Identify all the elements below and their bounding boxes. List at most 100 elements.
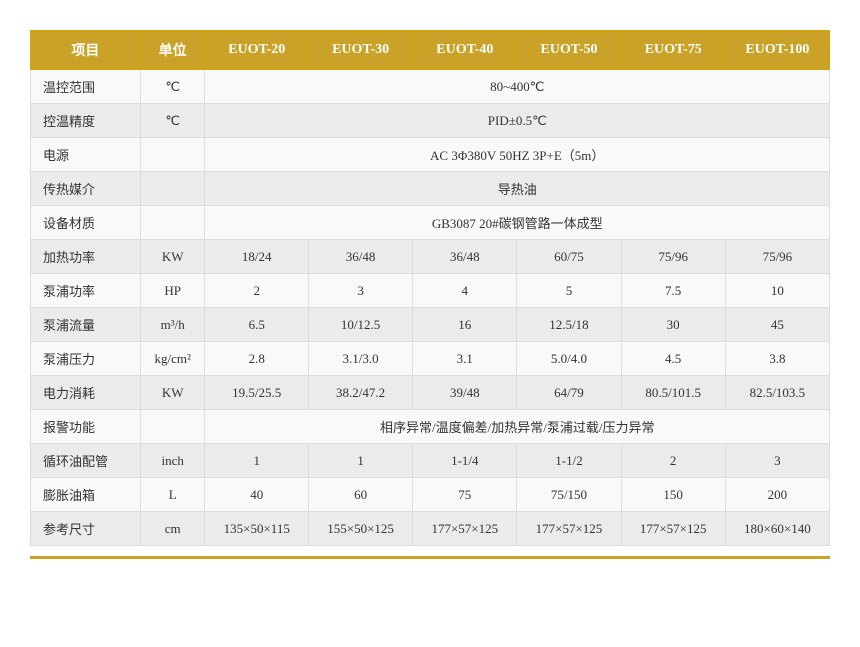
table-row: 泵浦功率HP23457.510 <box>31 274 830 308</box>
row-merged-value: 导热油 <box>205 172 830 206</box>
row-value: 1 <box>309 444 413 478</box>
row-value: 30 <box>621 308 725 342</box>
row-label: 参考尺寸 <box>31 512 141 546</box>
table-row: 电源 AC 3Φ380V 50HZ 3P+E（5m） <box>31 138 830 172</box>
row-value: 12.5/18 <box>517 308 621 342</box>
table-header-cell: 单位 <box>140 31 205 70</box>
row-value: 75/96 <box>621 240 725 274</box>
row-unit: ℃ <box>140 104 205 138</box>
row-value: 7.5 <box>621 274 725 308</box>
row-label: 泵浦压力 <box>31 342 141 376</box>
row-value: 180×60×140 <box>725 512 829 546</box>
table-header-cell: EUOT-100 <box>725 31 829 70</box>
row-value: 155×50×125 <box>309 512 413 546</box>
row-merged-value: 80~400℃ <box>205 70 830 104</box>
row-label: 循环油配管 <box>31 444 141 478</box>
row-label: 设备材质 <box>31 206 141 240</box>
table-row: 泵浦流量m³/h6.510/12.51612.5/183045 <box>31 308 830 342</box>
table-header-cell: EUOT-20 <box>205 31 309 70</box>
row-value: 60 <box>309 478 413 512</box>
row-value: 135×50×115 <box>205 512 309 546</box>
row-merged-value: GB3087 20#碳钢管路一体成型 <box>205 206 830 240</box>
row-value: 10/12.5 <box>309 308 413 342</box>
table-row: 膨胀油箱L40607575/150150200 <box>31 478 830 512</box>
row-value: 45 <box>725 308 829 342</box>
row-unit: KW <box>140 376 205 410</box>
row-value: 200 <box>725 478 829 512</box>
row-value: 1-1/2 <box>517 444 621 478</box>
row-value: 3.1/3.0 <box>309 342 413 376</box>
row-merged-value: 相序异常/温度偏差/加热异常/泵浦过载/压力异常 <box>205 410 830 444</box>
row-value: 2 <box>205 274 309 308</box>
row-value: 38.2/47.2 <box>309 376 413 410</box>
row-value: 177×57×125 <box>517 512 621 546</box>
row-value: 5 <box>517 274 621 308</box>
row-value: 3 <box>725 444 829 478</box>
row-value: 64/79 <box>517 376 621 410</box>
table-body: 温控范围℃80~400℃控温精度℃PID±0.5℃电源AC 3Φ380V 50H… <box>31 70 830 546</box>
row-unit <box>140 206 205 240</box>
table-header-row: 项目单位EUOT-20EUOT-30EUOT-40EUOT-50EUOT-75E… <box>31 31 830 70</box>
table-row: 传热媒介 导热油 <box>31 172 830 206</box>
row-value: 36/48 <box>309 240 413 274</box>
table-header-cell: EUOT-75 <box>621 31 725 70</box>
row-label: 传热媒介 <box>31 172 141 206</box>
row-label: 电力消耗 <box>31 376 141 410</box>
row-label: 电源 <box>31 138 141 172</box>
row-label: 泵浦功率 <box>31 274 141 308</box>
table-row: 参考尺寸cm135×50×115155×50×125177×57×125177×… <box>31 512 830 546</box>
row-value: 18/24 <box>205 240 309 274</box>
table-row: 控温精度℃PID±0.5℃ <box>31 104 830 138</box>
row-value: 3 <box>309 274 413 308</box>
row-label: 控温精度 <box>31 104 141 138</box>
row-label: 泵浦流量 <box>31 308 141 342</box>
row-label: 膨胀油箱 <box>31 478 141 512</box>
row-unit: HP <box>140 274 205 308</box>
table-header-cell: EUOT-50 <box>517 31 621 70</box>
table-row: 循环油配管inch111-1/41-1/223 <box>31 444 830 478</box>
table-row: 温控范围℃80~400℃ <box>31 70 830 104</box>
row-value: 75/96 <box>725 240 829 274</box>
row-value: 3.1 <box>413 342 517 376</box>
row-unit: kg/cm² <box>140 342 205 376</box>
row-label: 温控范围 <box>31 70 141 104</box>
row-merged-value: PID±0.5℃ <box>205 104 830 138</box>
row-value: 4 <box>413 274 517 308</box>
row-unit <box>140 138 205 172</box>
row-unit: ℃ <box>140 70 205 104</box>
bottom-line <box>30 556 830 559</box>
params-table: 项目单位EUOT-20EUOT-30EUOT-40EUOT-50EUOT-75E… <box>30 30 830 546</box>
row-unit <box>140 410 205 444</box>
row-unit: m³/h <box>140 308 205 342</box>
row-value: 1 <box>205 444 309 478</box>
row-value: 1-1/4 <box>413 444 517 478</box>
row-label: 加热功率 <box>31 240 141 274</box>
row-unit: L <box>140 478 205 512</box>
row-unit <box>140 172 205 206</box>
table-row: 泵浦压力kg/cm²2.83.1/3.03.15.0/4.04.53.8 <box>31 342 830 376</box>
row-value: 6.5 <box>205 308 309 342</box>
table-row: 电力消耗KW19.5/25.538.2/47.239/4864/7980.5/1… <box>31 376 830 410</box>
row-merged-value: AC 3Φ380V 50HZ 3P+E（5m） <box>205 138 830 172</box>
row-value: 3.8 <box>725 342 829 376</box>
row-value: 80.5/101.5 <box>621 376 725 410</box>
row-value: 40 <box>205 478 309 512</box>
row-value: 4.5 <box>621 342 725 376</box>
row-value: 2 <box>621 444 725 478</box>
table-header-cell: 项目 <box>31 31 141 70</box>
row-value: 16 <box>413 308 517 342</box>
page: 项目单位EUOT-20EUOT-30EUOT-40EUOT-50EUOT-75E… <box>0 0 860 579</box>
row-value: 82.5/103.5 <box>725 376 829 410</box>
table-row: 报警功能相序异常/温度偏差/加热异常/泵浦过载/压力异常 <box>31 410 830 444</box>
row-unit: KW <box>140 240 205 274</box>
row-value: 2.8 <box>205 342 309 376</box>
row-value: 75 <box>413 478 517 512</box>
row-value: 75/150 <box>517 478 621 512</box>
table-header-cell: EUOT-30 <box>309 31 413 70</box>
table-header-cell: EUOT-40 <box>413 31 517 70</box>
table-row: 加热功率KW18/2436/4836/4860/7575/9675/96 <box>31 240 830 274</box>
row-unit: cm <box>140 512 205 546</box>
row-value: 150 <box>621 478 725 512</box>
row-value: 36/48 <box>413 240 517 274</box>
row-value: 10 <box>725 274 829 308</box>
